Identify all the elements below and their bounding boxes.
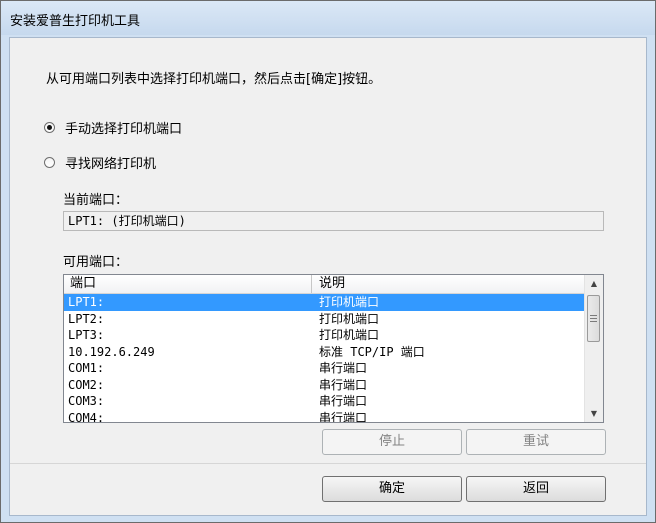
description-cell: 串行端口 <box>319 394 368 408</box>
grip-line <box>590 318 597 319</box>
column-header-description[interactable]: 说明 <box>313 275 585 293</box>
port-cell: COM2: <box>68 377 105 392</box>
scroll-down-icon[interactable]: ▼ <box>585 405 603 422</box>
back-button[interactable]: 返回 <box>466 476 606 502</box>
divider <box>10 463 646 464</box>
window-title: 安装爱普生打印机工具 <box>10 14 141 29</box>
current-port-label: 当前端口： <box>63 193 129 208</box>
port-cell: LPT1: <box>68 295 105 309</box>
description-cell: 串行端口 <box>319 377 368 392</box>
available-ports-list[interactable]: 端口 说明 LPT1: 打印机端口 LPT2: 打印机端口 LPT3: 打印机端… <box>63 274 604 423</box>
radio-manual-select[interactable]: 手动选择打印机端口 <box>44 118 182 137</box>
port-cell: COM4: <box>68 410 105 423</box>
scrollbar-thumb[interactable] <box>587 295 600 342</box>
port-cell: LPT3: <box>68 328 105 342</box>
radio-manual-label: 手动选择打印机端口 <box>65 122 183 137</box>
list-rows: LPT1: 打印机端口 LPT2: 打印机端口 LPT3: 打印机端口 10.1… <box>64 294 586 423</box>
grip-line <box>590 315 597 316</box>
radio-checked-icon[interactable] <box>44 122 55 133</box>
description-cell: 打印机端口 <box>319 311 380 326</box>
radio-network-label: 寻找网络打印机 <box>65 157 157 172</box>
ok-button[interactable]: 确定 <box>322 476 462 502</box>
installer-window: 安装爱普生打印机工具 从可用端口列表中选择打印机端口，然后点击[确定]按钮。 手… <box>0 0 656 523</box>
list-item[interactable]: COM2: 串行端口 <box>64 377 586 394</box>
available-ports-label: 可用端口： <box>63 255 129 270</box>
column-header-port[interactable]: 端口 <box>64 275 312 293</box>
title-bar[interactable]: 安装爱普生打印机工具 <box>1 1 655 35</box>
list-header: 端口 说明 <box>64 275 586 294</box>
port-cell: 10.192.6.249 <box>68 344 155 359</box>
retry-button[interactable]: 重试 <box>466 429 606 455</box>
list-vertical-scrollbar[interactable]: ▲ ▼ <box>584 275 603 422</box>
list-item[interactable]: COM3: 串行端口 <box>64 393 586 410</box>
grip-line <box>590 321 597 322</box>
list-item[interactable]: LPT2: 打印机端口 <box>64 311 586 328</box>
instruction-text: 从可用端口列表中选择打印机端口，然后点击[确定]按钮。 <box>46 72 382 87</box>
port-cell: LPT2: <box>68 311 105 326</box>
scroll-up-icon[interactable]: ▲ <box>585 275 603 292</box>
dialog-body: 从可用端口列表中选择打印机端口，然后点击[确定]按钮。 手动选择打印机端口 寻找… <box>9 37 647 516</box>
radio-network-search[interactable]: 寻找网络打印机 <box>44 153 156 172</box>
list-item[interactable]: COM1: 串行端口 <box>64 360 586 377</box>
description-cell: 标准 TCP/IP 端口 <box>319 344 425 359</box>
list-item[interactable]: LPT3: 打印机端口 <box>64 327 586 344</box>
description-cell: 打印机端口 <box>319 328 380 342</box>
radio-unchecked-icon[interactable] <box>44 157 55 168</box>
description-cell: 打印机端口 <box>319 295 380 309</box>
port-cell: COM3: <box>68 394 105 408</box>
stop-button[interactable]: 停止 <box>322 429 462 455</box>
current-port-field: LPT1: (打印机端口) <box>63 211 604 231</box>
port-cell: COM1: <box>68 361 105 375</box>
list-item[interactable]: 10.192.6.249 标准 TCP/IP 端口 <box>64 344 586 361</box>
description-cell: 串行端口 <box>319 361 368 375</box>
list-item[interactable]: COM4: 串行端口 <box>64 410 586 423</box>
description-cell: 串行端口 <box>319 410 368 423</box>
list-item[interactable]: LPT1: 打印机端口 <box>64 294 586 311</box>
